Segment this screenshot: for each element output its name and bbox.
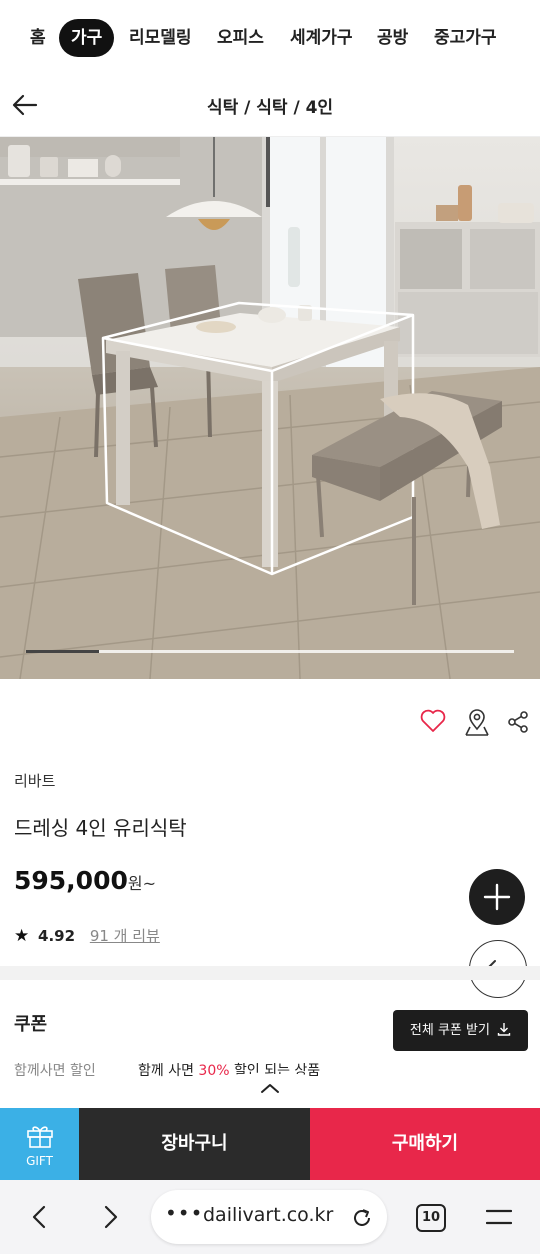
rating-value: 4.92 bbox=[38, 927, 76, 945]
expand-handle[interactable] bbox=[222, 1074, 318, 1108]
nav-item-furniture[interactable]: 가구 bbox=[59, 19, 115, 57]
gift-label: GIFT bbox=[26, 1154, 53, 1168]
price-unit: 원~ bbox=[127, 874, 157, 893]
more-options-icon[interactable]: ••• bbox=[165, 1201, 203, 1225]
breadcrumb: 식탁 / 식탁 / 4인 bbox=[206, 98, 334, 118]
address-bar[interactable]: ••• dailivart.co.kr bbox=[151, 1190, 387, 1244]
nav-item-workshop[interactable]: 공방 bbox=[377, 19, 408, 57]
product-actions bbox=[410, 705, 534, 739]
category-nav: 홈 가구 리모델링 오피스 세계가구 공방 중고가구 bbox=[0, 0, 540, 74]
map-pin-icon[interactable] bbox=[462, 707, 492, 737]
plus-fab-button[interactable] bbox=[469, 869, 525, 925]
menu-icon[interactable] bbox=[486, 1206, 512, 1228]
heart-icon[interactable] bbox=[420, 709, 446, 733]
reload-icon[interactable] bbox=[351, 1207, 373, 1229]
nav-item-used-furniture[interactable]: 중고가구 bbox=[434, 19, 497, 57]
tab-count-button[interactable]: 10 bbox=[416, 1204, 446, 1232]
download-icon bbox=[497, 1023, 511, 1036]
download-all-coupons-button[interactable]: 전체 쿠폰 받기 bbox=[393, 1010, 528, 1051]
nav-item-office[interactable]: 오피스 bbox=[217, 19, 264, 57]
brand-name[interactable]: 리바트 bbox=[14, 770, 55, 791]
bundle-text-before: 함께 사면 bbox=[138, 1063, 199, 1079]
browser-toolbar: ••• dailivart.co.kr 10 bbox=[0, 1180, 540, 1254]
dining-room-photo bbox=[0, 137, 540, 679]
rating-row: ★ 4.92 91 개 리뷰 bbox=[14, 925, 160, 946]
chevron-up-icon bbox=[261, 1084, 279, 1093]
product-name: 드레싱 4인 유리식탁 bbox=[14, 816, 187, 840]
share-icon[interactable] bbox=[506, 710, 530, 734]
product-price: 595,000원~ bbox=[14, 866, 156, 895]
gift-button[interactable]: GIFT bbox=[0, 1108, 79, 1180]
section-divider bbox=[0, 966, 540, 980]
coupon-button-label: 전체 쿠폰 받기 bbox=[409, 1023, 490, 1038]
add-to-cart-button[interactable]: 장바구니 bbox=[79, 1108, 310, 1180]
page-header: 식탁 / 식탁 / 4인 bbox=[0, 74, 540, 137]
browser-back-icon[interactable] bbox=[28, 1204, 52, 1230]
browser-forward-icon[interactable] bbox=[98, 1204, 122, 1230]
url-text[interactable]: dailivart.co.kr bbox=[203, 1204, 333, 1226]
nav-item-world-furniture[interactable]: 세계가구 bbox=[290, 19, 353, 57]
plus-icon bbox=[483, 883, 511, 911]
gallery-progress-fill bbox=[26, 650, 99, 653]
gift-icon bbox=[26, 1126, 53, 1148]
star-icon: ★ bbox=[14, 926, 30, 946]
price-value: 595,000 bbox=[14, 866, 128, 895]
coupon-title: 쿠폰 bbox=[14, 1014, 48, 1035]
nav-item-remodeling[interactable]: 리모델링 bbox=[129, 19, 192, 57]
bundle-label: 함께사면 할인 bbox=[14, 1063, 96, 1079]
product-image[interactable] bbox=[0, 137, 540, 679]
buy-now-button[interactable]: 구매하기 bbox=[310, 1108, 540, 1180]
nav-item-home[interactable]: 홈 bbox=[30, 19, 46, 57]
review-link[interactable]: 91 개 리뷰 bbox=[90, 927, 160, 945]
